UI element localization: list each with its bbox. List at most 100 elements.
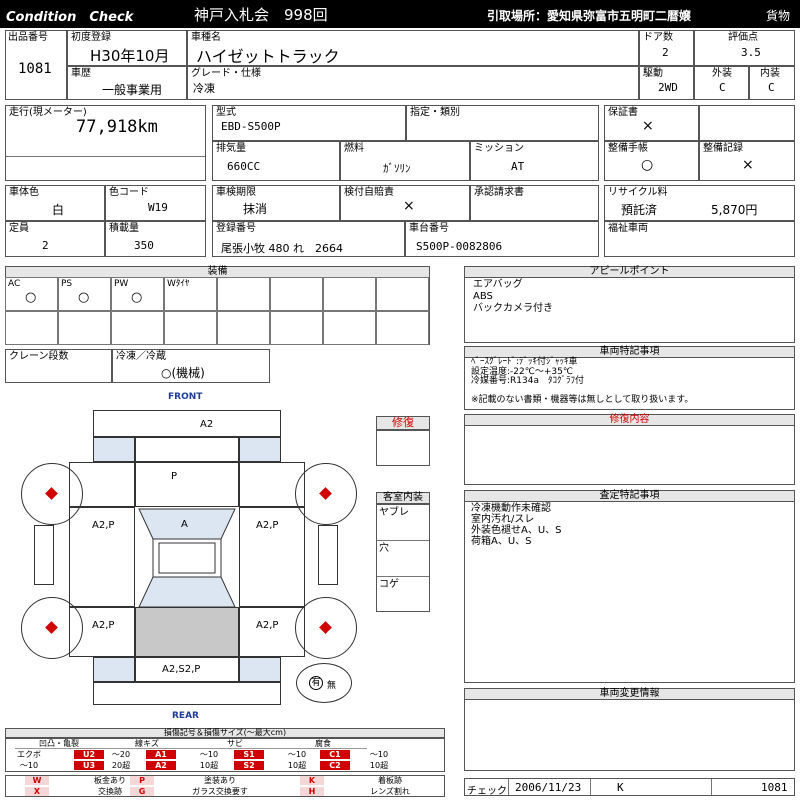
tire-rear-left[interactable] [21, 597, 83, 659]
left-front-door[interactable]: A2,P [69, 507, 135, 607]
recycle-status: 預託済 [621, 203, 658, 217]
drive-label: 駆動 [643, 68, 663, 79]
equipment-cell [376, 311, 429, 345]
tire-front-left-icon [45, 487, 58, 500]
record-cell: 整備記録 × [699, 141, 795, 181]
right-rear-code: A2,P [256, 620, 279, 631]
rear-deck[interactable] [135, 607, 239, 657]
equipment-cell: Wﾀｲﾔ [164, 277, 217, 311]
rear-gate[interactable]: A2,S2,P [135, 657, 239, 682]
rear-gate-code: A2,S2,P [162, 664, 201, 675]
front-left-corner[interactable] [93, 437, 135, 462]
front-grille[interactable] [135, 437, 239, 462]
changes-box [464, 699, 795, 771]
rear-right-corner[interactable] [239, 657, 281, 682]
disp-label: 排気量 [216, 143, 246, 154]
repair-detail-box [464, 425, 795, 485]
appeal-box: エアバッグ ABS バックカメラ付き [464, 277, 795, 343]
inspector: K [617, 781, 624, 794]
inspect-label: 車検期限 [216, 187, 256, 198]
fuel-cell: 燃料 ｶﾞｿﾘﾝ [340, 141, 470, 181]
manual-cell: 整備手帳 ○ [604, 141, 699, 181]
tire-rear-left-icon [45, 621, 58, 634]
cabin-title: 客室内装 [376, 492, 430, 504]
rear-left-corner[interactable] [93, 657, 135, 682]
category: 貨物 [766, 9, 791, 23]
reg-cell: 初度登録 H30年10月 [67, 30, 187, 66]
front-label: FRONT [168, 392, 203, 402]
left-rear-code: A2,P [92, 620, 115, 631]
tire-rear-right[interactable] [295, 597, 357, 659]
tire-rear-right-icon [319, 621, 332, 634]
tire-front-right[interactable] [295, 463, 357, 525]
chassis-value: S500P-0082806 [416, 240, 503, 253]
fuel-value: ｶﾞｿﾘﾝ [383, 162, 411, 175]
warranty-label: 保証書 [608, 107, 638, 118]
score-value: 3.5 [741, 46, 761, 59]
assessment-line: 荷箱A、U、S [471, 536, 532, 547]
manual-label: 整備手帳 [608, 143, 648, 154]
hood-code: P [171, 471, 178, 482]
right-front-door[interactable]: A2,P [239, 507, 305, 607]
recycle-amount: 5,870円 [711, 203, 758, 217]
cap-cell: 定員 2 [5, 221, 105, 257]
ext-value: C [719, 81, 726, 94]
grade-value: 冷凍 [193, 82, 215, 95]
reg-date: H30年10月 [90, 47, 170, 65]
left-front-door-code: A2,P [92, 520, 115, 531]
right-front-door-code: A2,P [256, 520, 279, 531]
record-value: × [742, 157, 754, 173]
freezer-label: 冷凍／冷蔵 [116, 351, 166, 362]
manual-value: ○ [641, 157, 654, 173]
crane-cell: クレーン段数 [5, 349, 112, 383]
load-label: 積載量 [109, 223, 139, 234]
drive-cell: 駆動 2WD [639, 66, 694, 100]
check-label: チェック [467, 786, 507, 797]
drive-value: 2WD [658, 81, 678, 94]
notes-box: ﾍﾞｰｽｸﾞﾚｰﾄﾞ:ﾃﾞｯｷ付ｼﾞｬｯｷ車 設定温度:-22℃～+35℃ 冷媒番号… [464, 357, 795, 410]
mileage-value: 77,918km [76, 117, 158, 137]
model-cell: 型式 EBD-S500P [212, 105, 406, 141]
equipment-value: ○ [25, 290, 37, 305]
color-value: 白 [52, 203, 65, 217]
reg-label: 初度登録 [71, 32, 111, 43]
int-value: C [768, 81, 775, 94]
right-mirror[interactable] [318, 525, 338, 585]
auction-name: 神戸入札会 998回 [194, 6, 328, 24]
ext-cell: 外装 C [694, 66, 749, 100]
freezer-value: ○(機械) [161, 366, 205, 380]
left-mirror[interactable] [34, 525, 54, 585]
mission-label: ミッション [474, 143, 524, 154]
legend-code-frame [5, 775, 445, 797]
grade-cell: グレード・仕様 冷凍 [187, 66, 639, 100]
recycle-label: リサイクル料 [608, 187, 668, 198]
warranty-cell: 保証書 × [604, 105, 699, 141]
equipment-cell [323, 277, 376, 311]
auto-label: 検付自賠責 [344, 187, 394, 198]
int-cell: 内装 C [749, 66, 795, 100]
lot-cell: 出品番号 1081 [5, 30, 67, 100]
repair-box [376, 430, 430, 466]
spare-tire[interactable]: 有 無 [296, 663, 352, 703]
color-cell: 車体色 白 [5, 185, 105, 221]
tire-front-left[interactable] [21, 463, 83, 525]
doors-value: 2 [662, 46, 669, 59]
front-bumper[interactable]: A2 [93, 410, 281, 437]
pickup-location: 引取場所：愛知県弥富市五明町二暦嬢 [487, 9, 692, 23]
model-label: 型式 [216, 107, 236, 118]
plate-cell: 登録番号 尾張小牧 480 れ 2664 [212, 221, 405, 257]
footer-bar: チェック 2006/11/23 K 1081 [464, 778, 795, 797]
hood-panel[interactable]: P [135, 462, 239, 507]
welfare-cell: 福祉車両 [604, 221, 795, 257]
record-label: 整備記録 [703, 143, 743, 154]
front-right-corner[interactable] [239, 437, 281, 462]
fuel-label: 燃料 [344, 143, 364, 154]
equipment-label: PW [114, 279, 129, 289]
mission-value: AT [511, 160, 525, 173]
rear-bumper[interactable] [93, 682, 281, 705]
load-cell: 積載量 350 [105, 221, 206, 257]
appeal-lines: エアバッグ ABS バックカメラ付き [473, 279, 553, 315]
lot-label: 出品番号 [8, 32, 48, 43]
equipment-value: ○ [78, 290, 90, 305]
equipment-label: Wﾀｲﾔ [167, 279, 190, 289]
